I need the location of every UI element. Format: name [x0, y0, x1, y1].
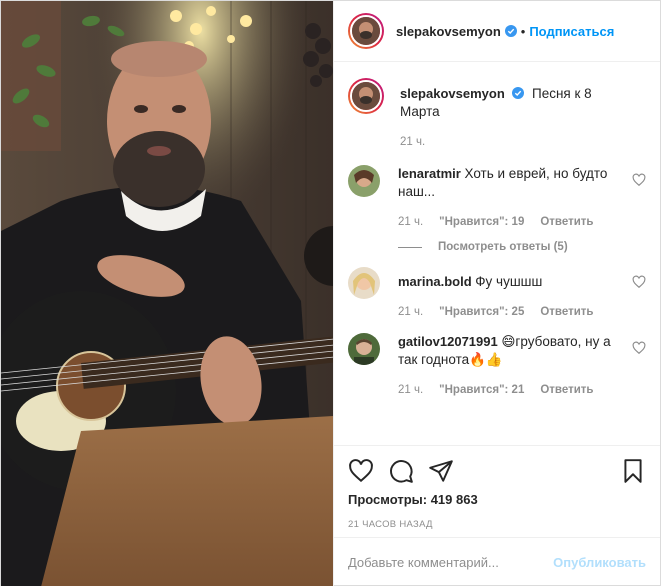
- commenter-username[interactable]: gatilov12071991: [398, 334, 498, 349]
- heart-icon[interactable]: [348, 458, 374, 484]
- share-icon[interactable]: [428, 458, 454, 484]
- view-replies-label: Посмотреть ответы (5): [437, 241, 568, 253]
- comment: marina.bold Фу чушшш 21 ч. "Нравится": 2…: [347, 267, 646, 321]
- posted-ago[interactable]: 21 ЧАСОВ НАЗАД: [348, 519, 646, 530]
- reply-button[interactable]: Ответить: [540, 303, 593, 321]
- comment-icon[interactable]: [388, 458, 414, 484]
- comment-input[interactable]: [347, 555, 554, 570]
- like-comment-heart-icon[interactable]: [632, 275, 646, 289]
- comment-likes[interactable]: "Нравится": 21: [439, 381, 524, 399]
- verified-badge-icon: [512, 87, 525, 99]
- separator-dot: •: [520, 23, 526, 39]
- view-replies-button[interactable]: Посмотреть ответы (5): [397, 241, 646, 253]
- video-frame-illustration: [1, 1, 333, 586]
- post-header: slepakovsemyon • Подписаться: [333, 1, 660, 62]
- caption-username[interactable]: slepakovsemyon: [400, 86, 505, 101]
- reply-button[interactable]: Ответить: [540, 381, 593, 399]
- author-username[interactable]: slepakovsemyon: [396, 24, 501, 39]
- bookmark-icon[interactable]: [620, 458, 646, 484]
- comment: lenaratmir Хоть и еврей, но будто наш...…: [347, 165, 646, 231]
- comment-time[interactable]: 21 ч.: [398, 303, 423, 321]
- comment-time[interactable]: 21 ч.: [398, 213, 423, 231]
- add-comment-bar: Опубликовать: [333, 537, 660, 586]
- caption-time[interactable]: 21 ч.: [400, 133, 425, 151]
- post-video[interactable]: [1, 1, 333, 586]
- commenter-avatar[interactable]: [347, 267, 380, 299]
- commenter-avatar[interactable]: [347, 333, 380, 365]
- comments-list[interactable]: slepakovsemyon Песня к 8 Марта 21 ч. len…: [334, 62, 660, 445]
- caption-avatar[interactable]: [347, 78, 384, 114]
- comment-likes[interactable]: "Нравится": 25: [439, 303, 524, 321]
- like-comment-heart-icon[interactable]: [632, 341, 646, 355]
- post-actions: Просмотры: 419 863 21 ЧАСОВ НАЗАД: [333, 445, 660, 537]
- publish-button[interactable]: Опубликовать: [553, 555, 646, 570]
- follow-button[interactable]: Подписаться: [529, 24, 614, 39]
- comment-time[interactable]: 21 ч.: [398, 381, 423, 399]
- comment-text: Фу чушшш: [475, 274, 543, 289]
- views-count[interactable]: Просмотры: 419 863: [348, 492, 646, 507]
- verified-badge-icon: [504, 25, 517, 37]
- commenter-avatar[interactable]: [347, 165, 380, 197]
- caption: slepakovsemyon Песня к 8 Марта 21 ч.: [347, 78, 646, 151]
- instagram-post: slepakovsemyon • Подписаться slepakovsem…: [0, 0, 661, 586]
- reply-button[interactable]: Ответить: [540, 213, 593, 231]
- like-comment-heart-icon[interactable]: [632, 173, 646, 187]
- comment: gatilov12071991 😄грубовато, ну а так год…: [347, 333, 646, 399]
- replies-line: [397, 246, 422, 248]
- post-side-panel: slepakovsemyon • Подписаться slepakovsem…: [332, 1, 660, 586]
- comment-likes[interactable]: "Нравится": 19: [439, 213, 524, 231]
- author-avatar[interactable]: [347, 13, 384, 49]
- views-label: Просмотры:: [347, 492, 428, 507]
- views-value: 419 863: [430, 492, 478, 507]
- commenter-username[interactable]: marina.bold: [398, 274, 472, 289]
- commenter-username[interactable]: lenaratmir: [398, 166, 461, 181]
